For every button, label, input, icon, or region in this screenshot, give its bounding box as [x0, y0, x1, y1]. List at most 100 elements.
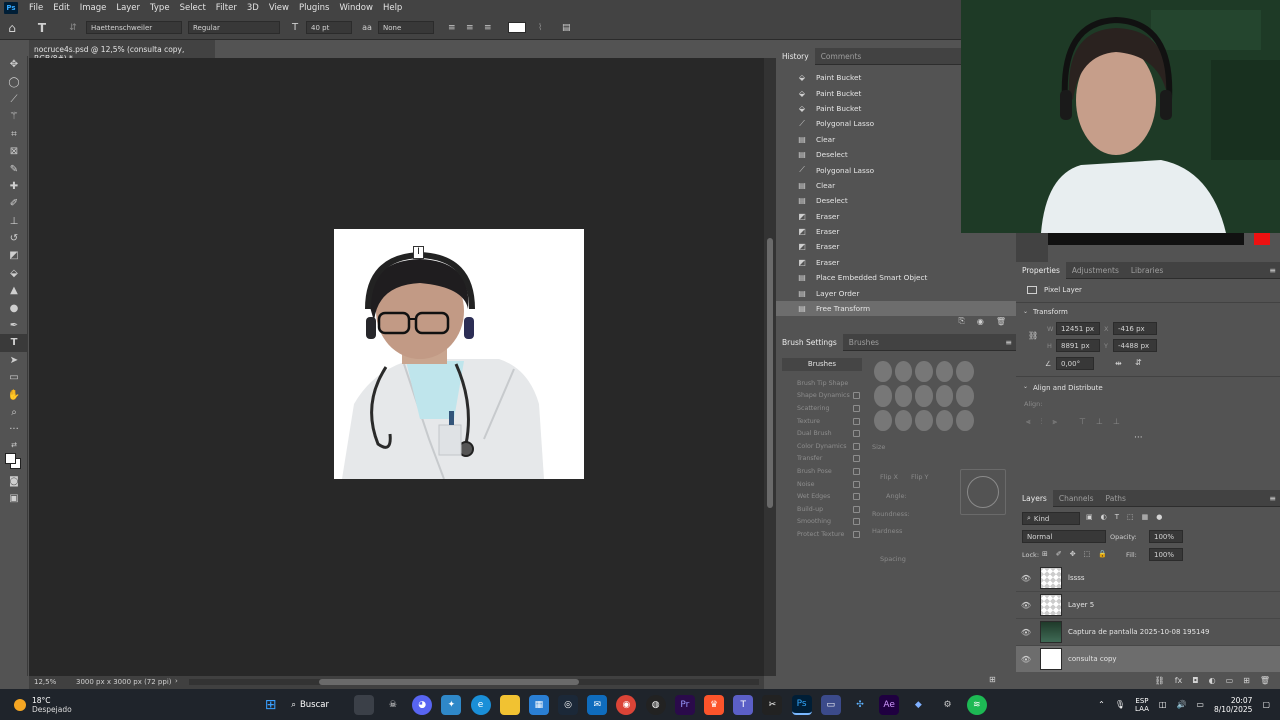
- network-icon[interactable]: ◫: [1159, 700, 1167, 709]
- menu-item-window[interactable]: Window: [334, 3, 378, 13]
- teams-icon[interactable]: T: [733, 694, 754, 715]
- blend-mode-select[interactable]: Normal: [1022, 530, 1106, 543]
- horizontal-scrollbar[interactable]: [189, 679, 759, 685]
- filter-shape-icon[interactable]: ⬚: [1127, 513, 1134, 521]
- vpn-app-icon[interactable]: ◆: [908, 695, 928, 715]
- lock-icon[interactable]: [853, 467, 860, 475]
- layer-name[interactable]: consulta copy: [1068, 655, 1117, 663]
- orientation-icon[interactable]: ⇵: [66, 23, 80, 33]
- magic-wand-tool-icon[interactable]: ⚚: [0, 108, 28, 125]
- dodge-tool-icon[interactable]: ●: [0, 299, 28, 316]
- align-top-edges-icon[interactable]: ⊤: [1079, 417, 1086, 427]
- lock-icon[interactable]: [853, 480, 860, 488]
- brush-option[interactable]: Noise: [776, 478, 866, 491]
- network-app-icon[interactable]: ✣: [850, 695, 870, 715]
- zoom-tool-icon[interactable]: ⌕: [0, 404, 28, 421]
- history-state[interactable]: ▤ Place Embedded Smart Object: [776, 270, 1016, 285]
- weather-widget[interactable]: 18°C Despejado: [0, 696, 120, 714]
- brush-option[interactable]: Brush Pose: [776, 465, 866, 478]
- brush-option[interactable]: Brush Tip Shape: [776, 377, 866, 390]
- color-swatches[interactable]: [0, 451, 28, 473]
- chrome-icon[interactable]: ◉: [616, 694, 637, 715]
- lock-icon[interactable]: [853, 404, 860, 412]
- lock-pixels-icon[interactable]: ✐: [1056, 550, 1062, 558]
- font-family-select[interactable]: Haettenschweiler: [86, 21, 182, 34]
- clone-stamp-tool-icon[interactable]: ⊥: [0, 213, 28, 230]
- history-state[interactable]: ▤ Layer Order: [776, 285, 1016, 300]
- align-left-icon[interactable]: ≡: [448, 23, 462, 33]
- adjustment-layer-icon[interactable]: ◐: [1209, 676, 1216, 685]
- more-options-icon[interactable]: ···: [1134, 433, 1143, 443]
- link-layers-icon[interactable]: ⛓: [1155, 676, 1165, 685]
- polygonal-lasso-tool-icon[interactable]: ⟋: [0, 91, 28, 108]
- align-horizontal-centers-icon[interactable]: ⫶: [1041, 417, 1043, 427]
- task-view-icon[interactable]: [353, 694, 374, 715]
- flip-y-label[interactable]: Flip Y: [911, 473, 929, 481]
- history-state[interactable]: ◩ Eraser: [776, 255, 1016, 270]
- menu-item-layer[interactable]: Layer: [111, 3, 145, 13]
- angle-field[interactable]: 0,00°: [1056, 357, 1094, 370]
- layer-name[interactable]: Captura de pantalla 2025-10-08 195149: [1068, 628, 1209, 636]
- frame-tool-icon[interactable]: ⊠: [0, 143, 28, 160]
- crop-tool-icon[interactable]: ⌗: [0, 126, 28, 143]
- gamepad-app-icon[interactable]: ▭: [820, 694, 841, 715]
- layer-name[interactable]: Layer 5: [1068, 601, 1094, 609]
- path-selection-tool-icon[interactable]: ➤: [0, 352, 28, 369]
- character-panel-icon[interactable]: ▤: [562, 23, 576, 33]
- skull-app-icon[interactable]: ☠: [383, 695, 403, 715]
- filter-pixel-icon[interactable]: ▣: [1086, 513, 1093, 521]
- taskbar-search[interactable]: ⌕ Buscar: [291, 700, 343, 710]
- menu-item-help[interactable]: Help: [378, 3, 407, 13]
- panel-menu-icon[interactable]: ≡: [1269, 494, 1276, 503]
- filter-smart-object-icon[interactable]: ▦: [1142, 513, 1149, 521]
- tab-libraries[interactable]: Libraries: [1125, 262, 1169, 279]
- brush-option[interactable]: Color Dynamics: [776, 440, 866, 453]
- align-vertical-centers-icon[interactable]: ⊥: [1096, 417, 1103, 427]
- font-size-select[interactable]: 40 pt: [306, 21, 352, 34]
- flip-vertical-icon[interactable]: ⇵: [1135, 358, 1142, 367]
- photoshop-taskbar-icon[interactable]: Ps: [791, 694, 812, 715]
- align-distribute-title[interactable]: Align and Distribute: [1033, 384, 1103, 392]
- lock-artboard-icon[interactable]: ⬚: [1084, 550, 1091, 558]
- font-style-select[interactable]: Regular: [188, 21, 280, 34]
- windows-start-icon[interactable]: ⊞: [261, 695, 281, 715]
- tab-comments[interactable]: Comments: [815, 48, 868, 65]
- after-effects-icon[interactable]: Ae: [879, 694, 900, 715]
- tab-history[interactable]: History: [776, 47, 815, 65]
- zoom-level[interactable]: 12,5%: [34, 678, 56, 686]
- layer-row[interactable]: 👁 consulta copy: [1016, 646, 1280, 673]
- layer-name[interactable]: lssss: [1068, 574, 1085, 582]
- tab-properties[interactable]: Properties: [1016, 261, 1066, 279]
- layer-row[interactable]: 👁 Layer 5: [1016, 592, 1280, 619]
- menu-item-edit[interactable]: Edit: [48, 3, 74, 13]
- capcut-icon[interactable]: ✂: [762, 694, 783, 715]
- volume-icon[interactable]: 🔊: [1176, 700, 1186, 709]
- lock-icon[interactable]: [853, 417, 860, 425]
- lock-icon[interactable]: [853, 530, 860, 538]
- new-layer-icon[interactable]: ⊞: [1243, 676, 1250, 685]
- vertical-scroll-thumb[interactable]: [767, 238, 773, 508]
- tab-layers[interactable]: Layers: [1016, 489, 1053, 507]
- menu-item-type[interactable]: Type: [145, 3, 175, 13]
- menu-item-select[interactable]: Select: [175, 3, 211, 13]
- lasso-tool-icon[interactable]: ◯: [0, 73, 28, 90]
- eraser-tool-icon[interactable]: ◩: [0, 247, 28, 264]
- filter-type-icon[interactable]: T: [1115, 513, 1119, 521]
- antialias-select[interactable]: None: [378, 21, 434, 34]
- lock-icon[interactable]: [853, 430, 860, 438]
- blur-tool-icon[interactable]: ▲: [0, 282, 28, 299]
- brush-tool-icon[interactable]: ✐: [0, 195, 28, 212]
- panel-menu-icon[interactable]: ≡: [1005, 338, 1012, 347]
- visibility-eye-icon[interactable]: 👁: [1016, 655, 1036, 664]
- status-menu-arrow-icon[interactable]: ›: [175, 677, 178, 685]
- notifications-icon[interactable]: ▢: [1262, 700, 1270, 709]
- clock[interactable]: 20:07 8/10/2025: [1214, 696, 1252, 714]
- screen-mode-icon[interactable]: ▣: [0, 490, 28, 507]
- menu-item-plugins[interactable]: Plugins: [294, 3, 334, 13]
- discord-icon[interactable]: ◕: [412, 694, 433, 715]
- lock-icon[interactable]: [853, 518, 860, 526]
- tab-brushes[interactable]: Brushes: [843, 334, 885, 351]
- tray-overflow-icon[interactable]: ⌃: [1098, 700, 1105, 709]
- link-dimensions-icon[interactable]: ⛓: [1028, 331, 1038, 340]
- foreground-color-swatch[interactable]: [5, 452, 16, 464]
